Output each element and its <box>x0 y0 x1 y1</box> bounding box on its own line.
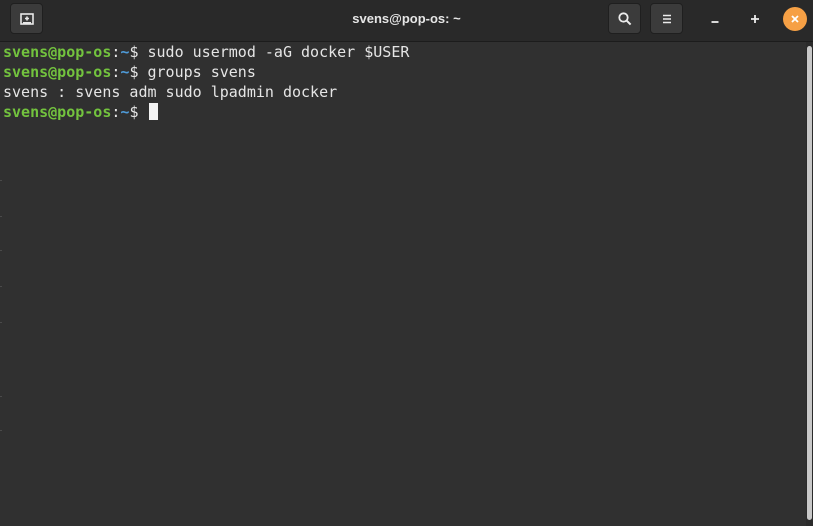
command-text <box>138 103 147 121</box>
terminal-output-line: svens : svens adm sudo lpadmin docker <box>3 83 338 101</box>
minimize-button[interactable] <box>703 7 727 31</box>
command-text: sudo usermod -aG docker $USER <box>138 43 410 61</box>
edge-artifact <box>0 430 2 431</box>
terminal-line: svens@pop-os:~$ <box>3 102 158 122</box>
search-button[interactable] <box>608 3 641 34</box>
title-bar: svens@pop-os: ~ <box>0 0 813 42</box>
terminal-view[interactable]: svens@pop-os:~$ sudo usermod -aG docker … <box>0 42 806 526</box>
search-icon <box>617 11 631 25</box>
terminal-line: svens@pop-os:~$ groups svens <box>3 62 256 82</box>
terminal-line: svens@pop-os:~$ sudo usermod -aG docker … <box>3 42 409 62</box>
scrollbar[interactable] <box>806 42 813 526</box>
new-tab-button[interactable] <box>10 3 43 34</box>
maximize-icon <box>751 15 759 23</box>
command-text: groups svens <box>138 63 256 81</box>
scrollbar-thumb[interactable] <box>807 46 812 520</box>
hamburger-menu-icon <box>662 14 671 23</box>
window-title: svens@pop-os: ~ <box>352 10 461 26</box>
edge-artifact <box>0 286 2 287</box>
close-icon <box>791 15 799 23</box>
prompt-user: svens@pop-os <box>3 43 112 61</box>
prompt-user: svens@pop-os <box>3 103 112 121</box>
edge-artifact <box>0 180 2 181</box>
text-cursor <box>148 103 158 120</box>
edge-artifact <box>0 396 2 397</box>
edge-artifact <box>0 216 2 217</box>
menu-button[interactable] <box>650 3 683 34</box>
prompt-user: svens@pop-os <box>3 63 112 81</box>
close-button[interactable] <box>783 7 807 31</box>
edge-artifact <box>0 322 2 323</box>
terminal-window: svens@pop-os: ~ svens@pop-os:~$ sudo use… <box>0 0 813 526</box>
edge-artifact <box>0 250 2 251</box>
maximize-button[interactable] <box>743 7 767 31</box>
new-tab-icon <box>19 12 34 25</box>
minimize-icon <box>711 21 719 23</box>
